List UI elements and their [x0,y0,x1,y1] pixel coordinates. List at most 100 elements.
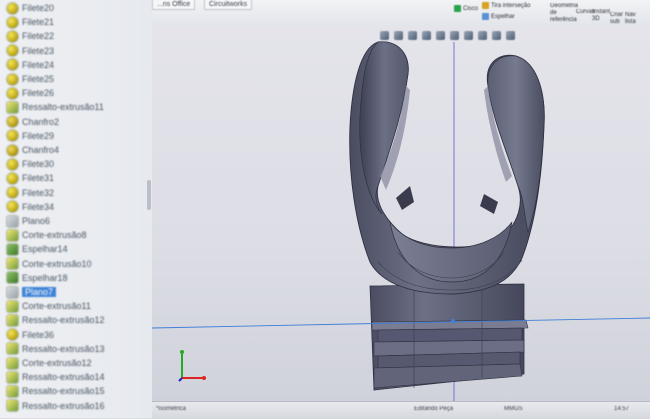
tree-item-label: Ressalto-extrusão14 [22,372,105,383]
tree-item[interactable]: Corte-extrusão10 [0,257,92,271]
model-base[interactable] [369,283,529,391]
tab-circuitworks[interactable]: Circuitworks [204,0,253,10]
fillet-icon [7,2,18,14]
tree-item-label: Filete22 [22,31,55,42]
tree-item-label: Chanfro2 [22,116,60,127]
tree-item-label: Corte-extrusão11 [22,301,91,312]
status-bar: *Isométrica Editando Peça MMGS 14:57 [152,401,650,419]
mirror-icon [7,272,18,284]
tree-item[interactable]: Filete34 [0,200,54,214]
tree-item-label: Ressalto-extrusão16 [22,400,105,411]
tree-item-label: Espelhar14 [22,244,68,255]
tree-item-label: Ressalto-extrusão12 [22,315,105,326]
command-ribbon: ...ns Office Circuitworks Cisco Tira int… [152,0,650,27]
cut-extrude-icon [7,300,18,312]
tree-item[interactable]: Ressalto-extrusão16 [0,399,105,413]
boss-extrude-icon [7,371,18,383]
boss-extrude-icon [7,343,18,355]
boss-extrude-icon [7,314,18,326]
model-canvas [152,41,650,418]
chamfer-icon [7,144,18,156]
tree-item[interactable]: Filete32 [0,186,54,200]
tree-item[interactable]: Ressalto-extrusão13 [0,342,105,356]
tree-item-label: Chanfro4 [22,145,60,155]
fillet-icon [7,329,18,341]
tab-office[interactable]: ...ns Office [152,0,196,10]
cut-extrude-icon [7,258,18,270]
units-indicator[interactable]: MMGS [504,406,523,412]
navigate-button[interactable]: Nav lista [625,12,637,26]
fillet-icon [7,187,18,199]
tree-item[interactable]: Plano6 [0,214,50,228]
plane-icon [7,286,18,298]
tree-item[interactable]: Corte-extrusão12 [0,356,92,370]
fillet-icon [7,130,18,142]
feature-tree[interactable]: Filete20 Filete21 Filete22 Filete23 Filete24… [0,0,153,418]
mirror-icon [482,13,489,20]
tree-item[interactable]: Ressalto-extrusão11 [0,100,104,114]
tree-item[interactable]: Plano7 [0,285,57,299]
tree-item[interactable]: Filete21 [0,15,54,29]
tree-item[interactable]: Filete23 [0,44,54,58]
tree-item-label: Filete20 [22,3,55,13]
cut-extrude-icon [7,229,18,241]
instant3d-button[interactable]: Instant 3D [592,9,610,23]
subfeature-button[interactable]: Criar sub [610,12,623,26]
tree-item[interactable]: Filete30 [0,157,54,171]
triad-icon [178,350,206,382]
fillet-icon [7,87,18,99]
tree-item[interactable]: Corte-extrusão11 [0,299,91,313]
origin-marker [451,319,455,323]
tree-item-label: Corte-extrusão8 [22,230,87,241]
tree-item[interactable]: Espelhar14 [0,242,68,256]
tree-item-label: Filete34 [22,201,55,212]
tree-item[interactable]: Ressalto-extrusão12 [0,313,105,327]
tree-item[interactable]: Filete31 [0,171,54,185]
tree-item-label: Ressalto-extrusão11 [22,102,104,113]
tree-item[interactable]: Chanfro2 [0,115,59,129]
tree-item[interactable]: Filete22 [0,29,54,43]
plane-icon [7,215,18,227]
tree-item-label: Ressalto-extrusão13 [22,343,105,354]
tree-item[interactable]: Filete24 [0,58,54,72]
mirror-button[interactable]: Espelhar [482,13,515,21]
boss-extrude-icon [7,400,18,412]
cut-extrude-icon [7,357,18,369]
tree-item[interactable]: Espelhar18 [0,271,68,285]
tree-item[interactable]: Filete25 [0,72,54,86]
cisco-button[interactable]: Cisco [454,5,478,13]
tree-item-label: Filete21 [22,17,55,28]
fillet-icon [7,59,18,71]
tree-item-label: Plano7 [22,287,57,297]
model-clip[interactable] [349,41,545,295]
tree-item[interactable]: Filete20 [0,1,54,15]
tree-item-label: Corte-extrusão12 [22,358,92,368]
feature-tree-scrollbar[interactable] [147,180,151,210]
tree-item[interactable]: Ressalto-extrusão14 [0,370,105,384]
tree-item-label: Corte-extrusão10 [22,258,92,269]
tree-item[interactable]: Corte-extrusão8 [0,228,87,242]
tree-item[interactable]: Ressalto-extrusão15 [0,384,105,398]
graphics-area[interactable] [152,26,650,418]
tree-item-label: Plano6 [22,216,51,226]
tree-item-label: Filete32 [22,187,55,198]
tree-item-label: Filete26 [22,88,55,99]
reference-geometry-button[interactable]: Geometria de referência [550,3,578,24]
fillet-icon [7,158,18,170]
fillet-icon [7,172,18,184]
tree-item[interactable]: Chanfro4 [0,143,59,157]
fillet-icon [7,201,18,213]
fillet-icon [7,16,18,28]
fillet-icon [7,73,18,85]
tree-item[interactable]: Filete26 [0,86,54,100]
tree-item-label: Filete24 [22,59,55,70]
mirror-icon [7,243,18,255]
tree-item-label: Filete36 [22,329,55,340]
view-name: *Isométrica [156,406,187,412]
boss-extrude-icon [7,101,18,113]
intersect-button[interactable]: Tira interseção [482,2,530,10]
tree-item-label: Espelhar18 [22,272,68,283]
tree-item[interactable]: Filete29 [0,129,54,143]
tree-item[interactable]: Filete36 [0,328,54,342]
tree-item-label: Filete23 [22,45,55,56]
